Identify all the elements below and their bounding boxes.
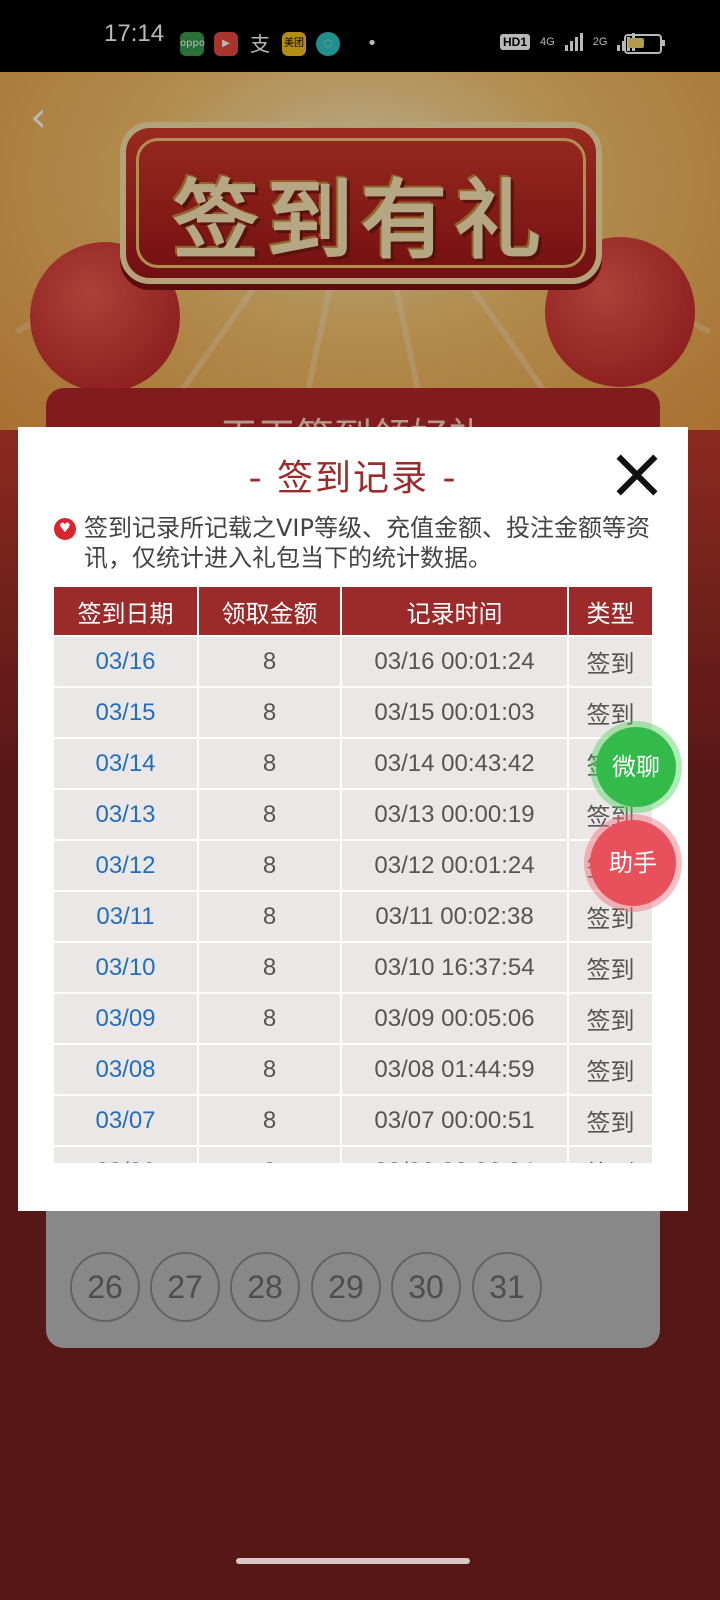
column-header-time: 记录时间 <box>341 587 569 636</box>
row-amount: 8 <box>198 737 342 789</box>
row-time: 03/12 00:01:24 <box>341 839 569 891</box>
row-amount: 8 <box>198 635 342 687</box>
row-time: 03/08 01:44:59 <box>341 1043 569 1095</box>
row-time: 03/14 00:43:42 <box>341 737 569 789</box>
row-date[interactable]: 03/13 <box>54 788 199 840</box>
table-header-row: 签到日期 领取金额 记录时间 类型 <box>54 587 652 636</box>
row-amount: 8 <box>198 686 342 738</box>
row-time: 03/06 00:06:04 <box>341 1145 569 1163</box>
column-header-date: 签到日期 <box>54 587 199 636</box>
table-row: 03/14 8 03/14 00:43:42 签到 <box>54 737 652 789</box>
record-table-container[interactable]: 签到日期 领取金额 记录时间 类型 03/16 8 03/16 00:01:24… <box>54 587 652 1163</box>
table-row: 03/08 8 03/08 01:44:59 签到 <box>54 1043 652 1095</box>
row-amount: 8 <box>198 992 342 1044</box>
modal-note: 签到记录所记载之VIP等级、充值金额、投注金额等资讯，仅统计进入礼包当下的统计数… <box>84 514 650 572</box>
row-amount: 8 <box>198 788 342 840</box>
row-time: 03/07 00:00:51 <box>341 1094 569 1146</box>
table-row: 03/11 8 03/11 00:02:38 签到 <box>54 890 652 942</box>
record-table: 签到日期 领取金额 记录时间 类型 03/16 8 03/16 00:01:24… <box>54 587 652 1163</box>
column-header-type: 类型 <box>568 587 652 636</box>
helper-float-button[interactable]: 助手 <box>590 820 676 906</box>
row-type: 签到 <box>568 941 652 993</box>
row-amount: 8 <box>198 1043 342 1095</box>
row-type: 签到 <box>568 992 652 1044</box>
row-date[interactable]: 03/10 <box>54 941 199 993</box>
column-header-amount: 领取金额 <box>198 587 342 636</box>
row-amount: 8 <box>198 839 342 891</box>
table-row: 03/16 8 03/16 00:01:24 签到 <box>54 635 652 687</box>
heart-icon: ♥ <box>54 518 76 540</box>
table-row: 03/07 8 03/07 00:00:51 签到 <box>54 1094 652 1146</box>
row-date[interactable]: 03/15 <box>54 686 199 738</box>
row-type: 签到 <box>568 1094 652 1146</box>
home-indicator[interactable] <box>236 1558 470 1564</box>
row-date[interactable]: 03/11 <box>54 890 199 942</box>
row-amount: 8 <box>198 1145 342 1163</box>
row-type: 签到 <box>568 635 652 687</box>
table-row: 03/15 8 03/15 00:01:03 签到 <box>54 686 652 738</box>
table-row: 03/06 8 03/06 00:06:04 签到 <box>54 1145 652 1163</box>
row-type: 签到 <box>568 1145 652 1163</box>
table-row: 03/09 8 03/09 00:05:06 签到 <box>54 992 652 1044</box>
row-time: 03/16 00:01:24 <box>341 635 569 687</box>
row-date[interactable]: 03/16 <box>54 635 199 687</box>
row-time: 03/13 00:00:19 <box>341 788 569 840</box>
row-date[interactable]: 03/12 <box>54 839 199 891</box>
row-date[interactable]: 03/07 <box>54 1094 199 1146</box>
close-icon[interactable] <box>612 451 660 499</box>
row-date[interactable]: 03/08 <box>54 1043 199 1095</box>
row-amount: 8 <box>198 890 342 942</box>
row-time: 03/10 16:37:54 <box>341 941 569 993</box>
row-amount: 8 <box>198 941 342 993</box>
row-date[interactable]: 03/14 <box>54 737 199 789</box>
row-time: 03/15 00:01:03 <box>341 686 569 738</box>
row-amount: 8 <box>198 1094 342 1146</box>
row-date[interactable]: 03/06 <box>54 1145 199 1163</box>
modal-title: - 签到记录 - <box>248 458 458 499</box>
row-type: 签到 <box>568 1043 652 1095</box>
table-row: 03/13 8 03/13 00:00:19 签到 <box>54 788 652 840</box>
row-date[interactable]: 03/09 <box>54 992 199 1044</box>
wechat-float-button[interactable]: 微聊 <box>596 727 676 807</box>
row-time: 03/11 00:02:38 <box>341 890 569 942</box>
row-time: 03/09 00:05:06 <box>341 992 569 1044</box>
signin-record-modal: - 签到记录 - ♥ 签到记录所记载之VIP等级、充值金额、投注金额等资讯，仅统… <box>18 427 688 1211</box>
table-row: 03/12 8 03/12 00:01:24 签到 <box>54 839 652 891</box>
table-row: 03/10 8 03/10 16:37:54 签到 <box>54 941 652 993</box>
